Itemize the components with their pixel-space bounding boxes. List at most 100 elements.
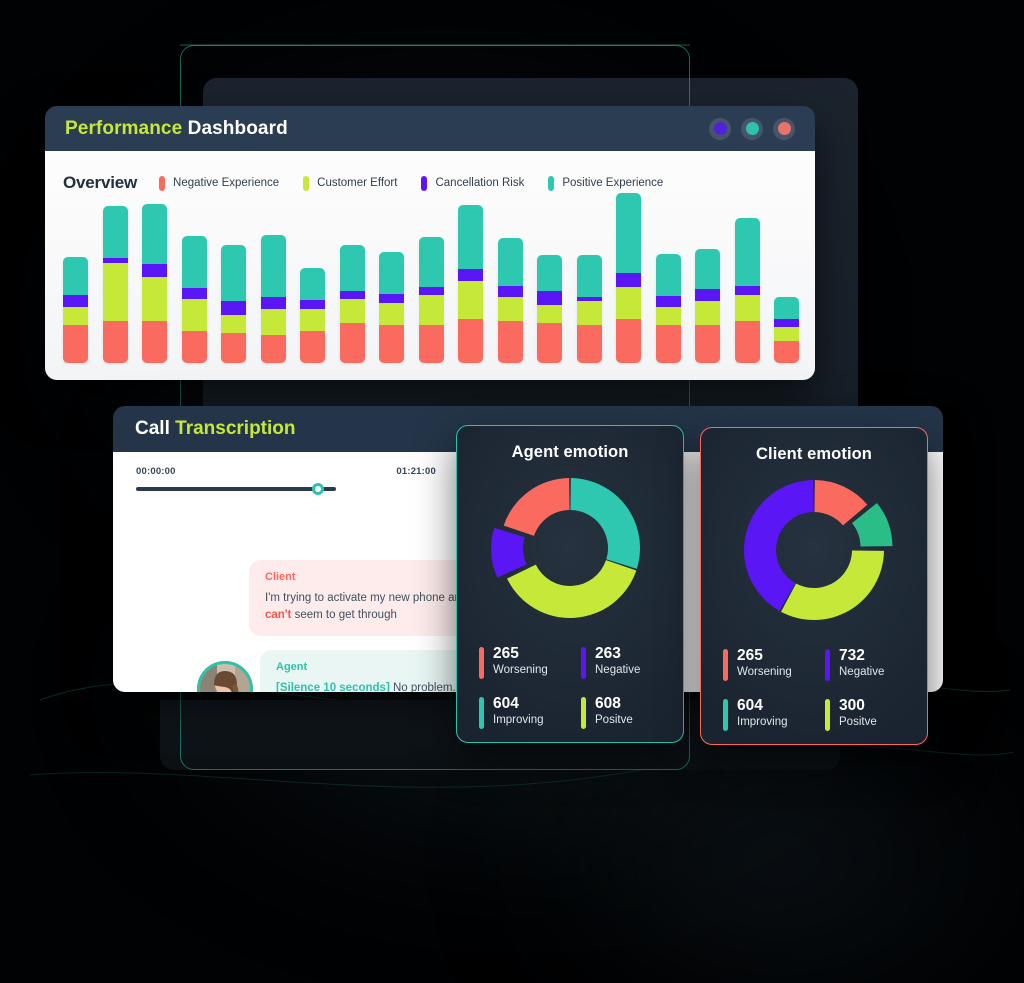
avatar-agent — [197, 661, 253, 692]
audio-player: 00:00:00 01:21:00 — [136, 466, 436, 495]
donut-slice[interactable] — [503, 478, 570, 536]
dot-teal[interactable] — [741, 117, 763, 140]
bar-segment — [63, 257, 88, 295]
bar-segment — [655, 325, 681, 363]
bar-segment — [379, 294, 404, 303]
bar-segment — [734, 320, 760, 363]
bar-14[interactable] — [576, 255, 602, 363]
bar-18[interactable] — [734, 218, 760, 363]
bar-19[interactable] — [774, 297, 799, 363]
bar-segment — [616, 319, 641, 363]
bar-10[interactable] — [418, 237, 444, 363]
bar-16[interactable] — [655, 254, 681, 363]
bar-4[interactable] — [181, 236, 207, 363]
legend-label: Cancellation Risk — [435, 177, 525, 189]
bar-segment — [339, 245, 365, 291]
bar-segment — [537, 322, 562, 363]
stat-value: 265 — [493, 645, 519, 662]
bar-11[interactable] — [458, 205, 483, 363]
bar-8[interactable] — [339, 245, 365, 363]
bar-2[interactable] — [102, 206, 128, 363]
bar-5[interactable] — [221, 245, 246, 363]
player-progress-knob[interactable] — [312, 483, 324, 495]
legend-swatch-icon — [421, 175, 428, 191]
stat-value: 732 — [839, 647, 865, 664]
bar-segment — [497, 321, 523, 363]
overview-label: Overview — [63, 173, 138, 192]
bar-segment — [576, 325, 602, 363]
client-emotion-card: Client emotion 265 Worsening 732 Negative 60… — [700, 427, 928, 745]
legend-item-3[interactable]: Positive Experience — [548, 175, 663, 191]
stat-color-icon — [825, 649, 830, 681]
donut-slice[interactable] — [781, 550, 884, 620]
bar-segment — [458, 269, 483, 281]
bar-segment — [63, 307, 88, 325]
stat-item-positve: 300 Positve — [825, 697, 927, 731]
stat-item-worsening: 265 Worsening — [723, 647, 825, 681]
bar-segment — [734, 294, 760, 321]
bar-segment — [221, 333, 246, 363]
legend-label: Negative Experience — [173, 177, 280, 189]
bar-segment — [379, 325, 404, 363]
chart-header-row: Overview Negative Experience Customer Eff… — [63, 151, 797, 193]
bar-segment — [379, 252, 404, 294]
stacked-bar-chart — [63, 193, 799, 363]
chart-legend: Negative Experience Customer Effort Cancel… — [159, 175, 687, 191]
card-title: Agent emotion — [511, 443, 629, 461]
bar-segment — [418, 325, 444, 363]
bar-segment — [695, 289, 720, 301]
dot-purple-inner — [713, 122, 727, 135]
bar-segment — [221, 315, 246, 333]
agent-emotion-card: Agent emotion 265 Worsening 263 Negative 604… — [456, 425, 684, 743]
bar-segment — [734, 286, 760, 295]
stat-item-improving: 604 Improving — [723, 697, 825, 731]
bar-15[interactable] — [616, 193, 641, 363]
bar-segment — [695, 301, 720, 325]
bar-segment — [497, 238, 523, 286]
bar-segment — [695, 325, 720, 363]
bar-segment — [181, 288, 207, 299]
bar-9[interactable] — [379, 252, 404, 363]
dot-red[interactable] — [773, 117, 795, 140]
bar-segment — [379, 303, 404, 325]
bar-segment — [142, 320, 167, 363]
message-text: I'm trying to activate my new phone and … — [265, 592, 474, 621]
stat-value: 265 — [737, 647, 763, 664]
bar-6[interactable] — [260, 235, 286, 363]
legend-item-1[interactable]: Customer Effort — [303, 175, 398, 191]
dot-red-inner — [777, 122, 791, 135]
bar-segment — [142, 276, 167, 321]
donut-slice[interactable] — [507, 560, 637, 618]
bar-13[interactable] — [537, 255, 562, 363]
stat-value: 604 — [493, 695, 519, 712]
bar-segment — [418, 237, 444, 287]
dot-purple[interactable] — [709, 117, 731, 140]
legend-item-0[interactable]: Negative Experience — [159, 175, 280, 191]
stat-label: Improving — [737, 716, 788, 729]
bar-1[interactable] — [63, 257, 88, 363]
bar-3[interactable] — [142, 204, 167, 363]
bar-7[interactable] — [300, 268, 325, 363]
bar-segment — [142, 204, 167, 264]
stat-value: 300 — [839, 697, 865, 714]
player-progress-track[interactable] — [136, 483, 336, 495]
bar-segment — [260, 235, 286, 297]
speaker-label: Client — [265, 571, 296, 583]
donut-slice[interactable] — [491, 527, 527, 578]
legend-label: Customer Effort — [317, 177, 398, 189]
bar-segment — [537, 304, 562, 323]
bar-segment — [181, 236, 207, 288]
bar-segment — [497, 286, 523, 297]
bar-17[interactable] — [695, 249, 720, 363]
donut-slice[interactable] — [570, 478, 640, 569]
legend-item-2[interactable]: Cancellation Risk — [421, 175, 525, 191]
bar-segment — [458, 205, 483, 269]
bar-segment — [300, 300, 325, 309]
page-title-primary: Performance — [65, 117, 183, 139]
stat-label: Positve — [595, 714, 633, 727]
bar-12[interactable] — [497, 238, 523, 363]
player-timestamps: 00:00:00 01:21:00 — [136, 466, 436, 477]
bar-segment — [221, 245, 246, 301]
legend-swatch-icon — [159, 175, 166, 191]
agent-emotion-stats: 265 Worsening 263 Negative 604 Improving 608 Po… — [457, 628, 683, 729]
